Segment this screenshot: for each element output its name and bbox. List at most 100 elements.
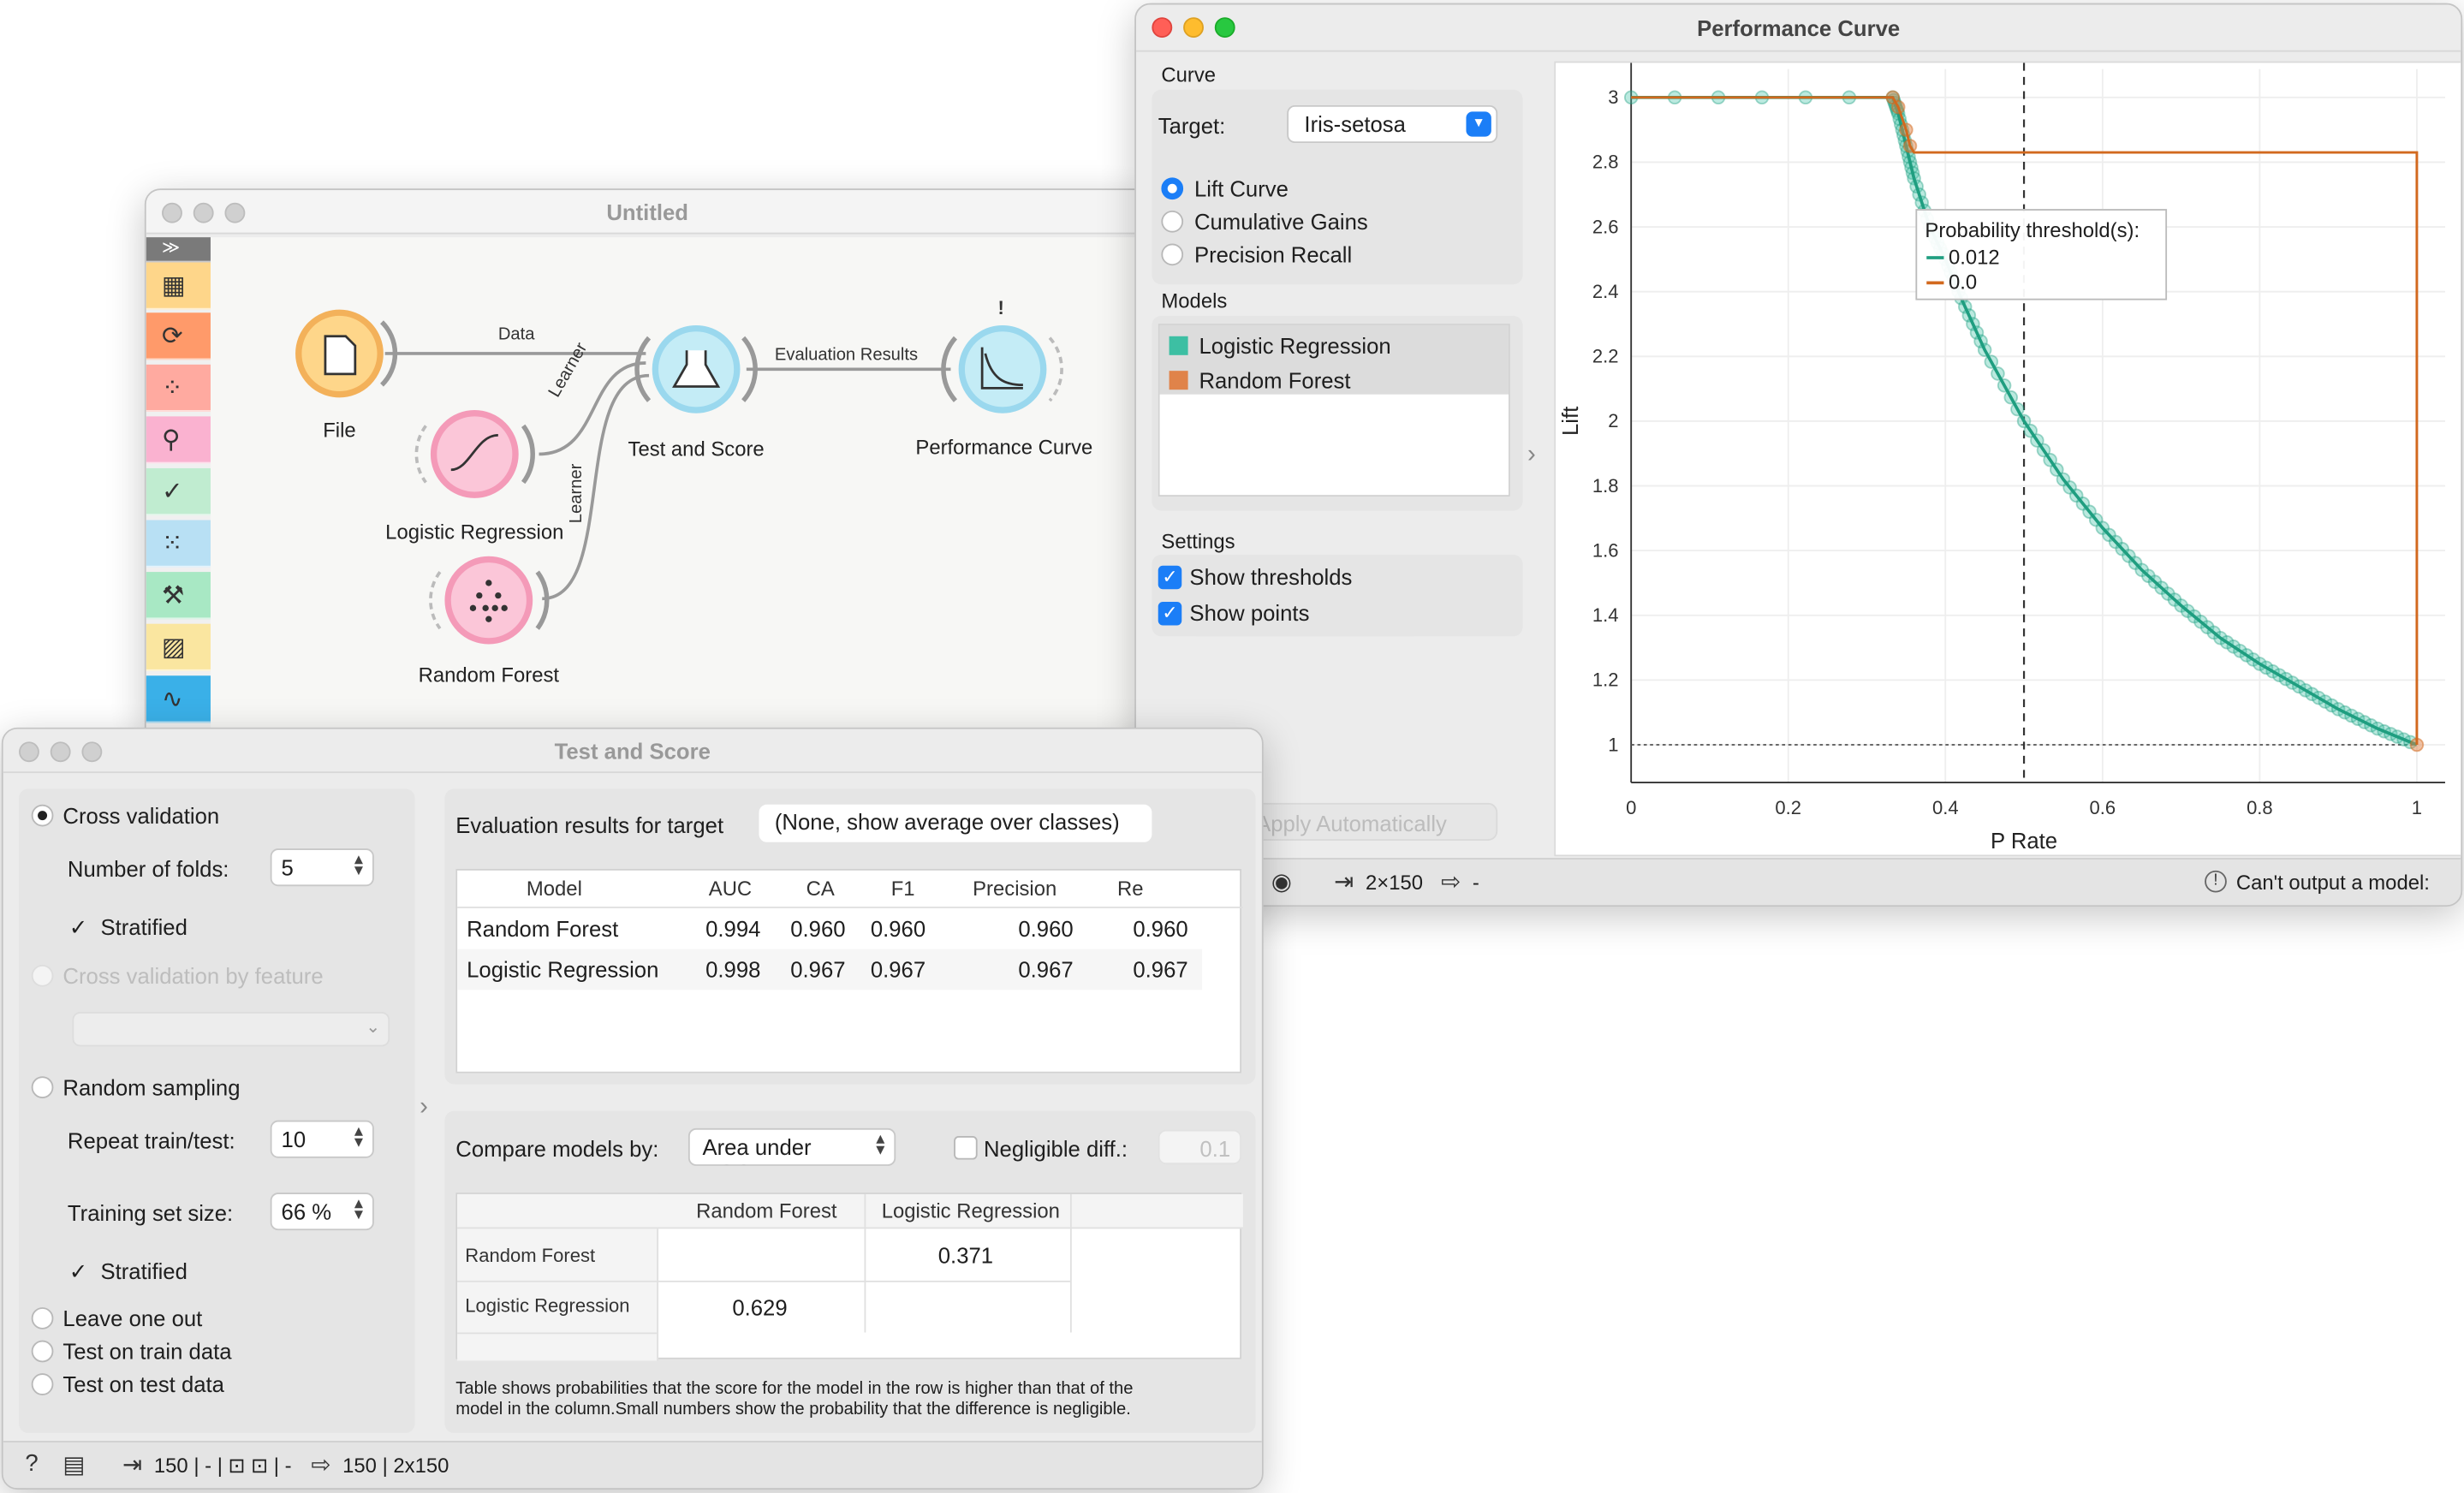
results-cell: 0.994 [705, 916, 761, 942]
stepper-arrows-icon[interactable]: ▴ ▾ [354, 1122, 363, 1151]
eval-target-select[interactable]: (None, show average over classes) [759, 804, 1152, 842]
col-header-ca[interactable]: CA [806, 877, 835, 901]
cv-feature-select[interactable]: ⌄ [72, 1012, 390, 1047]
perfcurve-node-icon [958, 324, 1047, 413]
test-on-train-label[interactable]: Test on train data [62, 1339, 231, 1364]
chevron-down-icon: ⌄ [366, 1018, 381, 1038]
lift-curve-label[interactable]: Lift Curve [1194, 176, 1289, 201]
compare-col-header[interactable]: Logistic Regression [882, 1199, 1060, 1222]
show-points-label[interactable]: Show points [1189, 600, 1309, 625]
node-logreg-label[interactable]: Logistic Regression [376, 520, 574, 544]
target-label: Target: [1158, 113, 1226, 139]
col-header-auc[interactable]: AUC [709, 877, 752, 901]
testscore-title: Test and Score [554, 738, 711, 764]
results-cell: 0.967 [790, 956, 846, 983]
negligible-checkbox[interactable] [954, 1136, 978, 1160]
lift-chart[interactable]: 0 0.2 0.4 0.6 0.8 1 1 1.2 1.4 1.6 1.8 2 2.2 2.4 2.6 2.8… [1556, 62, 2462, 858]
precision-recall-label[interactable]: Precision Recall [1194, 242, 1352, 267]
compare-table[interactable]: Random Forest Logistic Regression Random… [455, 1193, 1243, 1361]
show-thresholds-checkbox[interactable]: ✓ [1158, 565, 1182, 590]
y-tick-label: 1 [1608, 734, 1618, 755]
show-thresholds-label[interactable]: Show thresholds [1189, 564, 1352, 589]
tooltip-line-1: 0.012 [1948, 245, 2000, 269]
test-on-train-radio[interactable] [31, 1340, 54, 1363]
cumulative-gains-radio[interactable] [1161, 210, 1184, 233]
stepper-arrows-icon[interactable]: ▴ ▾ [354, 1195, 363, 1223]
link-label-eval: Evaluation Results [774, 345, 919, 365]
compare-note-2: model in the column.Small numbers show t… [455, 1400, 1131, 1419]
col-header-precision[interactable]: Precision [973, 877, 1056, 901]
results-cell: 0.998 [705, 956, 761, 983]
results-cell: Logistic Regression [467, 956, 659, 983]
results-cell: 0.960 [1018, 916, 1074, 942]
model-item-randforest[interactable]: Random Forest [1199, 367, 1350, 392]
negligible-input[interactable]: 0.1 [1158, 1129, 1242, 1165]
perf-title: Performance Curve [1697, 15, 1901, 41]
model-item-logreg[interactable]: Logistic Regression [1199, 333, 1390, 358]
logreg-node-icon [430, 410, 519, 498]
help-icon[interactable]: ? [25, 1450, 38, 1477]
testscore-statusbar: ? ▤ ⇥ 150 | - | ⊡ ⊡ | - ⇨ 150 | 2x150 [3, 1441, 1262, 1489]
compare-select[interactable]: Area under ROC ▴▾ [687, 1127, 896, 1166]
results-cell: 0.960 [870, 916, 926, 942]
cross-validation-label[interactable]: Cross validation [62, 803, 219, 828]
num-folds-value: 5 [281, 854, 294, 880]
node-testscore-label[interactable]: Test and Score [615, 437, 778, 461]
tooltip-swatch-1 [1926, 256, 1944, 259]
settings-section-label: Settings [1161, 529, 1235, 554]
random-sampling-label[interactable]: Random sampling [62, 1074, 240, 1099]
results-cell: 0.960 [1133, 916, 1188, 942]
cross-validation-radio[interactable] [31, 804, 54, 827]
results-table[interactable]: Model AUC CA F1 Precision Re Random Fore… [455, 869, 1243, 1074]
palette-icon[interactable]: ◉ [1271, 867, 1292, 895]
compare-row-header[interactable]: Logistic Regression [465, 1294, 629, 1317]
random-sampling-radio[interactable] [31, 1076, 54, 1098]
target-select[interactable]: Iris-setosa ▾ [1287, 104, 1498, 144]
node-perfcurve-label[interactable]: Performance Curve [897, 435, 1111, 459]
test-on-test-label[interactable]: Test on test data [62, 1371, 224, 1396]
leave-one-out-radio[interactable] [31, 1307, 54, 1329]
col-header-recall[interactable]: Re [1117, 877, 1144, 901]
test-on-test-radio[interactable] [31, 1373, 54, 1395]
y-tick-label: 1.2 [1592, 669, 1619, 691]
y-tick-label: 2.6 [1592, 216, 1619, 237]
stratified2-check-glyph[interactable]: ✓ [69, 1258, 88, 1285]
eval-target-label: Evaluation results for target [455, 812, 724, 838]
node-randforest-label[interactable]: Random Forest [401, 663, 577, 687]
stratified2-label[interactable]: Stratified [100, 1258, 187, 1283]
cv-by-feature-radio[interactable] [31, 964, 54, 987]
models-list[interactable]: Logistic Regression Random Forest [1158, 324, 1510, 497]
chevron-right-icon[interactable]: › [1527, 442, 1536, 470]
lift-curve-radio[interactable] [1161, 177, 1184, 200]
col-header-model[interactable]: Model [527, 877, 582, 901]
col-header-f1[interactable]: F1 [891, 877, 915, 901]
y-tick-label: 2.8 [1592, 152, 1619, 173]
chart-tooltip: Probability threshold(s): 0.012 0.0 [1915, 209, 2168, 300]
node-file-label[interactable]: File [297, 418, 382, 442]
testscore-titlebar: Test and Score [3, 729, 1262, 774]
train-size-stepper[interactable]: 66 % ▴ ▾ [270, 1193, 374, 1231]
repeat-stepper[interactable]: 10 ▴ ▾ [270, 1120, 374, 1158]
compare-label: Compare models by: [455, 1136, 659, 1162]
stepper-arrows-icon: ▴ ▾ [876, 1129, 885, 1160]
show-points-checkbox[interactable]: ✓ [1158, 601, 1182, 626]
target-value: Iris-setosa [1304, 111, 1406, 137]
y-tick-label: 1.8 [1592, 475, 1619, 497]
compare-col-header[interactable]: Random Forest [696, 1199, 836, 1222]
stepper-arrows-icon[interactable]: ▴ ▾ [354, 851, 363, 879]
link-label-data: Data [497, 324, 535, 344]
stratified1-check-glyph[interactable]: ✓ [69, 914, 88, 941]
chevron-right-icon[interactable]: › [420, 1093, 428, 1121]
leave-one-out-label[interactable]: Leave one out [62, 1306, 202, 1330]
precision-recall-radio[interactable] [1161, 243, 1184, 266]
negligible-value: 0.1 [1199, 1136, 1231, 1162]
compare-row-header[interactable]: Random Forest [465, 1245, 595, 1267]
compare-cell: 0.629 [732, 1294, 788, 1320]
chart-container: 0 0.2 0.4 0.6 0.8 1 1 1.2 1.4 1.6 1.8 2 2.2 2.4 2.6 2.8… [1554, 61, 2462, 858]
stratified1-label[interactable]: Stratified [100, 914, 187, 939]
report-icon[interactable]: ▤ [62, 1450, 85, 1478]
negligible-label[interactable]: Negligible diff.: [984, 1136, 1128, 1161]
randforest-node-icon [444, 556, 533, 645]
num-folds-stepper[interactable]: 5 ▴ ▾ [270, 848, 374, 887]
cumulative-gains-label[interactable]: Cumulative Gains [1194, 209, 1368, 234]
